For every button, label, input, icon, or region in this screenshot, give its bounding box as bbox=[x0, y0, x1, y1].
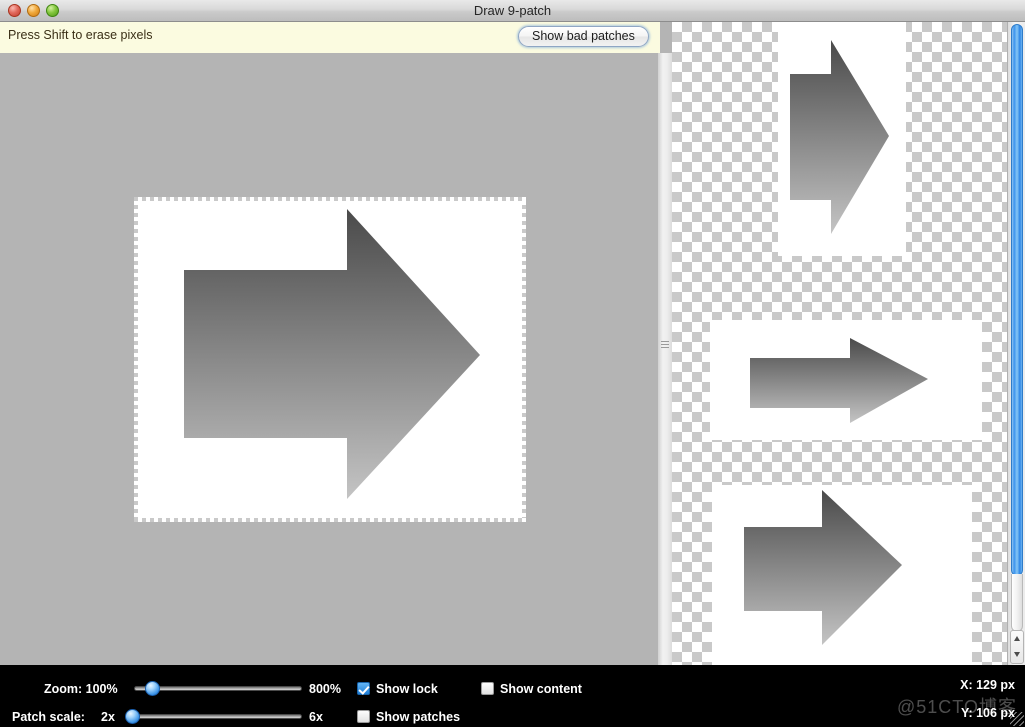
arrow-graphic bbox=[184, 209, 480, 499]
show-lock-checkbox[interactable] bbox=[357, 682, 370, 695]
patch-scale-max-label: 6x bbox=[309, 710, 323, 724]
preview-vertical-scrollbar[interactable] bbox=[1007, 22, 1025, 665]
zoom-label: Zoom: 100% bbox=[44, 682, 118, 696]
zoom-max-label: 800% bbox=[309, 682, 341, 696]
show-content-label[interactable]: Show content bbox=[500, 681, 582, 697]
editor-canvas[interactable] bbox=[0, 53, 658, 665]
show-patches-label[interactable]: Show patches bbox=[376, 709, 460, 725]
patch-scale-value: 2x bbox=[101, 710, 115, 724]
zoom-row: Zoom: 100% 800% Show lock Show content bbox=[0, 670, 1025, 701]
show-patches-checkbox[interactable] bbox=[357, 710, 370, 723]
patch-scale-label: Patch scale: bbox=[12, 710, 85, 724]
cursor-y-coordinate: Y: 106 px bbox=[961, 706, 1015, 720]
patch-scale-slider-knob[interactable] bbox=[125, 709, 140, 724]
zoom-slider-knob[interactable] bbox=[145, 681, 160, 696]
preview-item bbox=[712, 485, 972, 665]
notice-message: Press Shift to erase pixels bbox=[8, 28, 153, 42]
nine-patch-image[interactable] bbox=[134, 197, 526, 522]
scroll-down-icon[interactable] bbox=[1014, 652, 1020, 657]
title-bar: Draw 9-patch bbox=[0, 0, 1025, 22]
arrow-graphic bbox=[790, 40, 889, 234]
cursor-x-coordinate: X: 129 px bbox=[960, 678, 1015, 692]
preview-item bbox=[778, 22, 906, 256]
scrollbar-thumb[interactable] bbox=[1011, 24, 1023, 576]
scroll-up-icon[interactable] bbox=[1014, 636, 1020, 641]
preview-item bbox=[710, 320, 982, 440]
arrow-graphic bbox=[750, 338, 928, 423]
patch-scale-row: Patch scale: 2x 6x Show patches bbox=[0, 698, 1025, 727]
scrollbar-arrows[interactable] bbox=[1010, 630, 1024, 664]
patch-scale-slider[interactable] bbox=[126, 714, 302, 719]
preview-panel bbox=[672, 22, 1007, 665]
scrollbar-track-tail[interactable] bbox=[1011, 574, 1023, 632]
window-title: Draw 9-patch bbox=[473, 3, 552, 18]
panel-splitter[interactable] bbox=[658, 53, 672, 665]
draw-9patch-window: Draw 9-patch Press Shift to erase pixels… bbox=[0, 0, 1025, 727]
window-resize-grip-icon[interactable] bbox=[1010, 712, 1024, 726]
arrow-graphic bbox=[744, 490, 902, 645]
show-content-checkbox[interactable] bbox=[481, 682, 494, 695]
show-lock-label[interactable]: Show lock bbox=[376, 681, 438, 697]
show-bad-patches-button[interactable]: Show bad patches bbox=[518, 26, 649, 47]
bottom-toolbar: Zoom: 100% 800% Show lock Show content P… bbox=[0, 665, 1025, 727]
splitter-grip-icon bbox=[661, 341, 669, 348]
